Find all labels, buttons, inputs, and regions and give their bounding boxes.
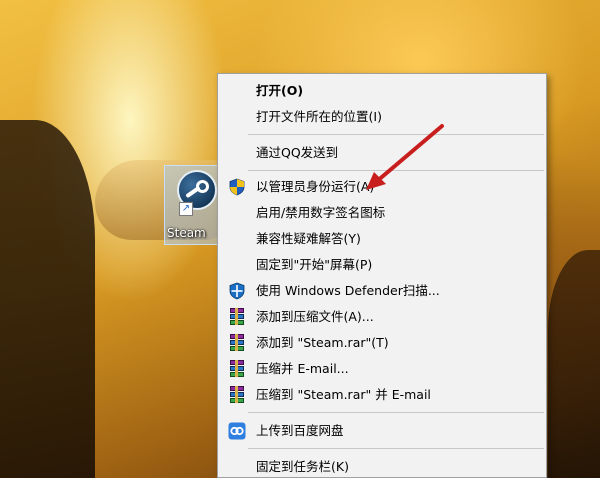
menu-item-label: 兼容性疑难解答(Y) <box>256 231 361 246</box>
menu-item-compress-steam-rar-and-email[interactable]: 压缩到 "Steam.rar" 并 E-mail <box>218 382 546 408</box>
menu-item-defender-scan[interactable]: 使用 Windows Defender扫描... <box>218 278 546 304</box>
menu-item-label: 通过QQ发送到 <box>256 145 339 160</box>
winrar-icon <box>228 308 246 326</box>
windows-defender-icon <box>229 282 245 300</box>
menu-item-add-to-archive[interactable]: 添加到压缩文件(A)... <box>218 304 546 330</box>
menu-item-label: 压缩到 "Steam.rar" 并 E-mail <box>256 387 431 402</box>
menu-item-label: 固定到任务栏(K) <box>256 459 349 474</box>
menu-separator <box>248 412 544 413</box>
winrar-icon <box>228 386 246 404</box>
uac-shield-icon <box>229 178 245 196</box>
menu-separator <box>248 134 544 135</box>
menu-item-run-as-admin[interactable]: 以管理员身份运行(A) <box>218 174 546 200</box>
menu-item-compress-and-email[interactable]: 压缩并 E-mail... <box>218 356 546 382</box>
menu-item-label: 固定到"开始"屏幕(P) <box>256 257 373 272</box>
menu-item-open[interactable]: 打开(O) <box>218 78 546 104</box>
menu-item-upload-baidu-netdisk[interactable]: 上传到百度网盘 <box>218 418 546 444</box>
menu-item-label: 以管理员身份运行(A) <box>256 179 375 194</box>
menu-item-add-to-steam-rar[interactable]: 添加到 "Steam.rar"(T) <box>218 330 546 356</box>
menu-item-label: 启用/禁用数字签名图标 <box>256 205 386 220</box>
menu-item-compatibility-troubleshoot[interactable]: 兼容性疑难解答(Y) <box>218 226 546 252</box>
menu-item-label: 压缩并 E-mail... <box>256 361 349 376</box>
menu-separator <box>248 170 544 171</box>
menu-item-pin-to-taskbar[interactable]: 固定到任务栏(K) <box>218 454 546 477</box>
menu-item-label: 使用 Windows Defender扫描... <box>256 283 440 298</box>
menu-item-label: 打开(O) <box>256 83 304 98</box>
wallpaper-silhouette-left <box>0 120 95 478</box>
menu-item-toggle-signature-icon[interactable]: 启用/禁用数字签名图标 <box>218 200 546 226</box>
shortcut-arrow-icon: ↗ <box>179 202 193 216</box>
winrar-icon <box>228 334 246 352</box>
menu-item-pin-to-start[interactable]: 固定到"开始"屏幕(P) <box>218 252 546 278</box>
context-menu: 打开(O) 打开文件所在的位置(I) 通过QQ发送到 以管理员身份运行(A) 启… <box>217 73 547 478</box>
menu-item-label: 打开文件所在的位置(I) <box>256 109 382 124</box>
baidu-netdisk-icon <box>228 422 246 440</box>
wallpaper-silhouette-right <box>548 250 600 478</box>
menu-item-label: 添加到压缩文件(A)... <box>256 309 374 324</box>
menu-item-send-via-qq[interactable]: 通过QQ发送到 <box>218 140 546 166</box>
menu-item-label: 添加到 "Steam.rar"(T) <box>256 335 389 350</box>
menu-item-open-file-location[interactable]: 打开文件所在的位置(I) <box>218 104 546 130</box>
winrar-icon <box>228 360 246 378</box>
menu-item-label: 上传到百度网盘 <box>256 423 344 438</box>
menu-separator <box>248 448 544 449</box>
